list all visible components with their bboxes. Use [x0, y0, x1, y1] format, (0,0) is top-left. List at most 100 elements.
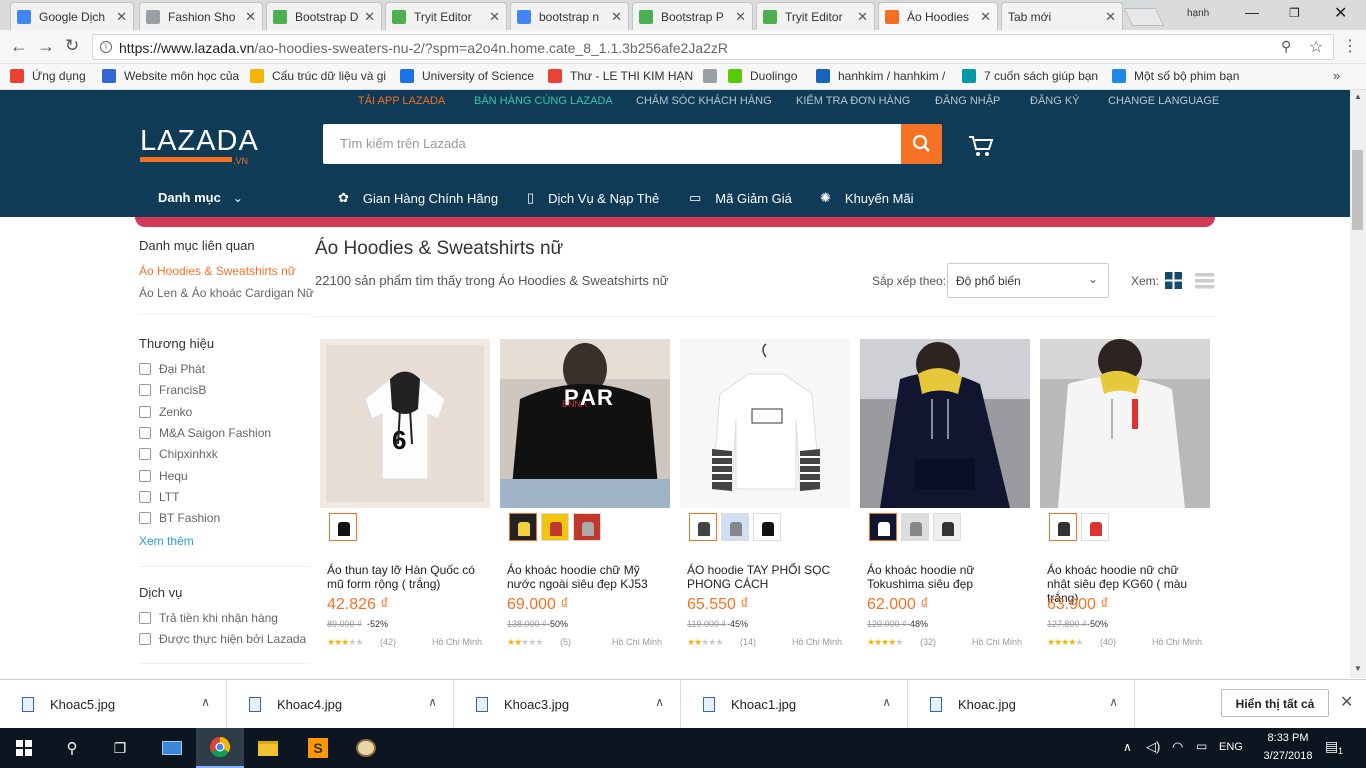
color-thumbnail[interactable] — [869, 513, 897, 541]
product-name[interactable]: Áo khoác hoodie nữ Tokushima siêu đẹp — [867, 563, 1023, 591]
checkbox-box[interactable] — [139, 448, 151, 461]
brand-filter-checkbox[interactable]: Zenko — [139, 405, 192, 419]
checkbox-box[interactable] — [139, 426, 151, 439]
color-thumbnail[interactable] — [329, 513, 357, 541]
taskbar-folder-app[interactable] — [244, 728, 292, 768]
download-item[interactable]: Khoac5.jpg ∧ — [0, 680, 227, 729]
scroll-down-icon[interactable]: ▼ — [1354, 664, 1362, 673]
checkbox-box[interactable] — [139, 512, 151, 525]
color-thumbnail[interactable] — [721, 513, 749, 541]
bookmark-item[interactable]: Thư - LE THI KIM HẠN — [548, 69, 698, 83]
checkbox-box[interactable] — [139, 612, 151, 624]
info-icon[interactable]: i — [100, 41, 112, 53]
tab-1[interactable]: Fashion Sho ✕ — [139, 2, 263, 30]
product-image[interactable]: BNNAx . ................................… — [500, 339, 670, 508]
cart-icon[interactable] — [968, 134, 994, 158]
product-card[interactable]: Áo khoác hoodie nữ chữ nhật siêu đẹp KG6… — [1040, 339, 1210, 659]
taskbar-chrome-app[interactable] — [196, 728, 244, 768]
zoom-icon[interactable]: ⚲ — [1281, 38, 1291, 55]
product-image[interactable] — [1040, 339, 1210, 508]
clock-time[interactable]: 8:33 PM — [1260, 732, 1316, 744]
color-thumbnail[interactable] — [509, 513, 537, 541]
bookmarks-overflow-icon[interactable]: » — [1333, 68, 1340, 83]
chevron-up-icon[interactable]: ∧ — [655, 695, 664, 709]
clock-date[interactable]: 3/27/2018 — [1256, 750, 1320, 762]
product-image[interactable] — [680, 339, 850, 508]
tab-close-icon[interactable]: ✕ — [116, 9, 127, 25]
restore-icon[interactable]: ❐ — [1289, 6, 1300, 20]
tab-3[interactable]: Tryit Editor ✕ — [385, 2, 507, 30]
tab-4[interactable]: bootstrap n ✕ — [510, 2, 629, 30]
product-image[interactable] — [860, 339, 1030, 508]
menu-icon[interactable]: ⋮ — [1342, 36, 1358, 56]
color-thumbnail[interactable] — [901, 513, 929, 541]
brand-filter-checkbox[interactable]: Hequ — [139, 469, 188, 483]
grid-view-icon[interactable] — [1165, 272, 1182, 289]
profile-name[interactable]: hạnh — [1187, 8, 1209, 19]
product-name[interactable]: ÁO hoodie TAY PHỐI SỌC PHONG CÁCH — [687, 563, 843, 591]
scroll-up-icon[interactable]: ▲ — [1354, 92, 1362, 101]
tab-close-icon[interactable]: ✕ — [245, 9, 256, 25]
language-indicator[interactable]: ENG — [1219, 741, 1243, 753]
lazada-logo[interactable]: LAZADA .VN — [140, 125, 258, 166]
search-taskbar-button[interactable]: ⚲ — [48, 728, 96, 768]
top-link[interactable]: CHĂM SÓC KHÁCH HÀNG — [636, 95, 772, 107]
tab-6[interactable]: Tryit Editor ✕ — [756, 2, 875, 30]
monitor-icon[interactable]: ▭ — [1196, 739, 1207, 753]
download-item[interactable]: Khoac4.jpg ∧ — [227, 680, 454, 729]
tab-5[interactable]: Bootstrap P ✕ — [632, 2, 753, 30]
tray-chevron-icon[interactable]: ∧ — [1123, 740, 1132, 754]
back-icon[interactable]: ← — [10, 36, 28, 57]
tab-close-icon[interactable]: ✕ — [735, 9, 746, 25]
bookmark-item[interactable]: 7 cuốn sách giúp bạn — [962, 69, 1110, 83]
top-link[interactable]: BÁN HÀNG CÙNG LAZADA — [474, 95, 613, 107]
forward-icon[interactable]: → — [37, 36, 55, 57]
chevron-up-icon[interactable]: ∧ — [428, 695, 437, 709]
url-field[interactable]: i https://www.lazada.vn/ao-hoodies-sweat… — [92, 34, 1334, 60]
nav-promotions[interactable]: ✺ Khuyến Mãi — [820, 190, 914, 206]
tab-close-icon[interactable]: ✕ — [980, 9, 991, 25]
chevron-up-icon[interactable]: ∧ — [201, 695, 210, 709]
related-link[interactable]: Áo Len & Áo khoác Cardigan Nữ — [139, 286, 314, 300]
task-view-button[interactable]: ❐ — [96, 728, 144, 768]
bookmark-item[interactable]: hanhkim / hanhkim / — [816, 69, 956, 83]
color-thumbnail[interactable] — [1049, 513, 1077, 541]
top-link[interactable]: KIỂM TRA ĐƠN HÀNG — [796, 95, 910, 107]
chevron-up-icon[interactable]: ∧ — [1109, 695, 1118, 709]
reload-icon[interactable]: ↻ — [65, 36, 79, 56]
list-view-icon[interactable] — [1195, 273, 1214, 289]
checkbox-box[interactable] — [139, 490, 151, 503]
checkbox-box[interactable] — [139, 405, 151, 418]
see-more-link[interactable]: Xem thêm — [139, 534, 194, 548]
brand-filter-checkbox[interactable]: Chipxinhxk — [139, 447, 218, 461]
chevron-up-icon[interactable]: ∧ — [882, 695, 891, 709]
color-thumbnail[interactable] — [933, 513, 961, 541]
tab-7[interactable]: Áo Hoodies ✕ — [878, 2, 998, 30]
bookmark-item[interactable] — [703, 69, 723, 83]
color-thumbnail[interactable] — [1081, 513, 1109, 541]
wifi-icon[interactable]: ◠ — [1172, 739, 1183, 755]
brand-filter-checkbox[interactable]: M&A Saigon Fashion — [139, 426, 271, 440]
color-thumbnail[interactable] — [753, 513, 781, 541]
top-link[interactable]: ĐĂNG NHẬP — [935, 95, 1000, 107]
nav-vouchers[interactable]: ▭ Mã Giảm Giá — [689, 190, 792, 206]
service-filter-checkbox[interactable]: Trả tiền khi nhận hàng — [139, 611, 278, 625]
show-all-downloads-button[interactable]: Hiển thị tất cả — [1221, 689, 1329, 717]
tab-0[interactable]: Google Dịch ✕ — [10, 2, 134, 30]
volume-icon[interactable]: ◁) — [1146, 739, 1160, 755]
tab-close-icon[interactable]: ✕ — [857, 9, 868, 25]
brand-filter-checkbox[interactable]: FrancisB — [139, 383, 206, 397]
taskbar-paint-app[interactable] — [342, 728, 390, 768]
bookmark-item[interactable]: Một số bộ phim bạn — [1112, 69, 1248, 83]
service-filter-checkbox[interactable]: Được thực hiện bởi Lazada — [139, 632, 306, 646]
tab-8[interactable]: Tab mới ✕ — [1001, 2, 1123, 30]
checkbox-box[interactable] — [139, 363, 151, 375]
search-input[interactable]: Tìm kiếm trên Lazada — [323, 124, 901, 164]
top-link[interactable]: CHANGE LANGUAGE — [1108, 95, 1219, 107]
tab-2[interactable]: Bootstrap D ✕ — [266, 2, 382, 30]
bookmark-item[interactable]: Cấu trúc dữ liệu và gi — [250, 69, 395, 83]
download-item[interactable]: Khoac1.jpg ∧ — [681, 680, 908, 729]
bookmark-item[interactable]: Website môn học của — [102, 69, 244, 83]
tab-close-icon[interactable]: ✕ — [1105, 9, 1116, 25]
sort-select[interactable]: Độ phổ biến ⌄ — [947, 263, 1109, 298]
